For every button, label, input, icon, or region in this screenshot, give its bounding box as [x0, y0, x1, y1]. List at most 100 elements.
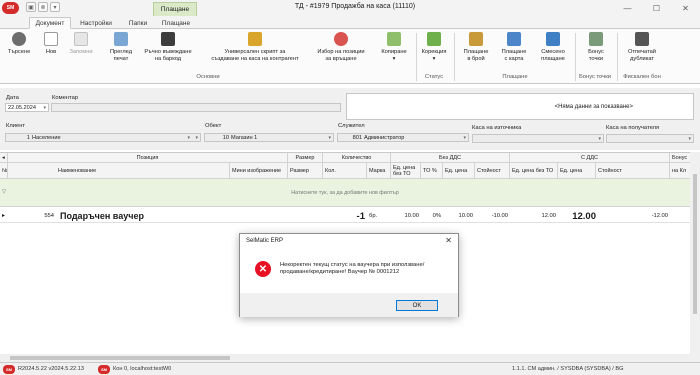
- info-panel: <Няма данни за показване>: [346, 93, 694, 120]
- context-tab-payment[interactable]: Плащане: [153, 2, 197, 16]
- comment-field[interactable]: [51, 103, 341, 112]
- copy-icon: [387, 32, 401, 46]
- tab-settings[interactable]: Настройки: [76, 17, 116, 29]
- client-field[interactable]: 1 Население ▾ ▾: [5, 133, 201, 142]
- close-window-button[interactable]: ✕: [671, 0, 700, 16]
- status-logo: SM: [3, 365, 15, 374]
- chevron-down-icon[interactable]: ▾: [328, 135, 331, 141]
- qat-close-icon[interactable]: ⊗: [38, 2, 48, 12]
- correction-button[interactable]: Корекция ▾: [418, 32, 450, 62]
- source-cash-field[interactable]: ▾: [472, 134, 604, 143]
- minimize-button[interactable]: —: [613, 0, 642, 16]
- grid-band-header: ◂ Позиция Размер Количество Без ДДС С ДД…: [0, 153, 690, 163]
- object-label: Обект: [205, 123, 222, 129]
- cell-qty: -1: [356, 210, 365, 222]
- cell-code: 554: [44, 213, 54, 219]
- cell-unit: бр.: [369, 213, 378, 219]
- mixed-payment-icon: [546, 32, 560, 46]
- group-label-fiscal: Фискален бон: [623, 74, 661, 80]
- qat-save-icon[interactable]: ▣: [26, 2, 36, 12]
- ribbon-tabs: Документ Настройки Папки Плащане: [0, 16, 700, 29]
- col-value-vat[interactable]: Стойност: [596, 163, 670, 178]
- quick-access-toolbar: ▣ ⊗ ▾: [26, 2, 60, 12]
- status-logo: SM: [98, 365, 110, 374]
- cash-icon: [469, 32, 483, 46]
- qat-dropdown-icon[interactable]: ▾: [50, 2, 60, 12]
- grid-column-header: № Наименование Мини изображение Размер К…: [0, 163, 690, 179]
- error-dialog: SelMatic ERP ✕ ✕ Некоректен текущ статус…: [239, 233, 459, 317]
- group-label-payment: Плащане: [502, 74, 528, 80]
- chevron-down-icon[interactable]: ▾: [598, 136, 601, 142]
- horizontal-scroll-thumb[interactable]: [10, 356, 230, 360]
- print-preview-button[interactable]: Преглед печат: [106, 32, 136, 62]
- col-qty[interactable]: Кол.: [323, 163, 367, 178]
- col-unit-price-vat-no-to[interactable]: Ед. цена без ТО: [510, 163, 558, 178]
- col-bonus[interactable]: на Кл: [670, 163, 690, 178]
- new-button[interactable]: Нов: [42, 32, 60, 56]
- error-icon: ✕: [255, 261, 271, 277]
- chevron-down-icon[interactable]: ▾: [195, 135, 198, 141]
- col-unit[interactable]: Марка: [367, 163, 391, 178]
- target-cash-field[interactable]: ▾: [606, 134, 694, 143]
- pay-mixed-button[interactable]: Смесено плащане: [534, 32, 572, 62]
- ribbon-separator: [416, 33, 417, 81]
- col-name[interactable]: Наименование: [8, 163, 230, 178]
- copy-button[interactable]: Копиране ▾: [374, 32, 414, 62]
- col-unit-price-vat[interactable]: Ед. цена: [558, 163, 596, 178]
- col-num[interactable]: №: [0, 163, 8, 178]
- tab-payment[interactable]: Плащане: [156, 17, 196, 29]
- col-to-pct[interactable]: ТО %: [421, 163, 443, 178]
- select-return-items-button[interactable]: Избор на позиции за връщане: [310, 32, 372, 62]
- vertical-scrollbar[interactable]: [690, 152, 700, 362]
- filter-row[interactable]: ▽ Натиснете тук, за да добавите нов филт…: [0, 179, 690, 207]
- manual-barcode-button[interactable]: Ръчно въвеждане на баркод: [140, 32, 196, 62]
- horizontal-scrollbar[interactable]: [0, 354, 690, 362]
- pay-card-button[interactable]: Плащане с карта: [496, 32, 532, 62]
- dialog-close-button[interactable]: ✕: [445, 236, 452, 245]
- chevron-down-icon[interactable]: ▾: [463, 135, 466, 141]
- dialog-title: SelMatic ERP: [246, 238, 284, 244]
- col-unit-price-no-to[interactable]: Ед. цена без ТО: [391, 163, 421, 178]
- ok-button[interactable]: OK: [396, 300, 438, 311]
- col-unit-price[interactable]: Ед. цена: [443, 163, 475, 178]
- maximize-button[interactable]: ☐: [642, 0, 671, 16]
- cell-price: 10.00: [458, 213, 473, 219]
- status-connection: Кон 0, localhost:testW0: [113, 366, 172, 372]
- date-field[interactable]: 22.05.2024 ▾: [5, 103, 49, 112]
- bonus-points-button[interactable]: Бонус точки: [578, 32, 614, 62]
- chevron-down-icon: ▾: [392, 55, 396, 62]
- object-field[interactable]: 10 Магазин 1 ▾: [204, 133, 334, 142]
- col-mini-image[interactable]: Мини изображение: [230, 163, 288, 178]
- vertical-scroll-thumb[interactable]: [693, 174, 697, 314]
- dialog-message: Некоректен текущ статус на ваучера при и…: [280, 262, 425, 275]
- source-cash-label: Каса на източника: [472, 125, 522, 131]
- chevron-down-icon[interactable]: ▾: [187, 135, 190, 141]
- client-label: Клиент: [6, 123, 26, 129]
- cell-value-vat: -12.00: [651, 213, 668, 219]
- row-indicator-header: ◂: [0, 153, 8, 162]
- print-duplicate-button[interactable]: Отпечатай дубликат: [620, 32, 664, 62]
- document-header-form: Дата 22.05.2024 ▾ Коментар <Няма данни з…: [0, 88, 700, 150]
- pay-cash-button[interactable]: Плащане в брой: [458, 32, 494, 62]
- new-document-icon: [44, 32, 58, 46]
- band-size: Размер: [288, 153, 323, 162]
- employee-field[interactable]: 801 Администратор ▾: [337, 133, 469, 142]
- search-button[interactable]: Търсене: [6, 32, 32, 56]
- chevron-down-icon[interactable]: ▾: [43, 105, 46, 111]
- band-no-vat: Без ДДС: [391, 153, 510, 162]
- tab-folders[interactable]: Папки: [123, 17, 153, 29]
- tab-document[interactable]: Документ: [29, 17, 71, 29]
- credit-card-icon: [507, 32, 521, 46]
- table-row[interactable]: ▸ 554 Подаръчен ваучер -1 бр. 10.00 0% 1…: [0, 209, 690, 223]
- cell-value: -10.00: [491, 213, 508, 219]
- ribbon: Търсене Нов Запомни Преглед печат Ръчно …: [0, 29, 700, 84]
- chevron-down-icon[interactable]: ▾: [688, 136, 691, 142]
- chevron-down-icon: ▾: [432, 55, 436, 62]
- group-label-status: Статус: [424, 74, 444, 80]
- universal-script-button[interactable]: Универсален скрипт за създаване на каса …: [200, 32, 310, 62]
- col-value[interactable]: Стойност: [475, 163, 510, 178]
- col-size[interactable]: Размер: [288, 163, 323, 178]
- save-button[interactable]: Запомни: [66, 32, 96, 56]
- ribbon-separator: [454, 33, 455, 81]
- app-logo[interactable]: SM: [2, 2, 19, 14]
